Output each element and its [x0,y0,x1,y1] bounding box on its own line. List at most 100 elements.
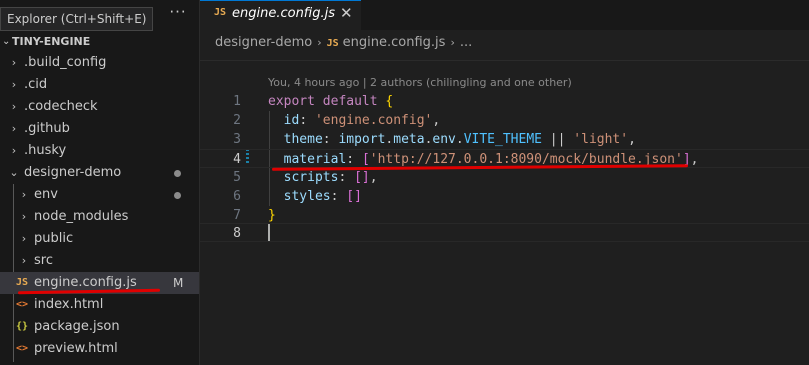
breadcrumb-folder[interactable]: designer-demo [215,33,312,53]
tree-item-label: package.json [34,319,120,334]
chevron-right-icon: › [11,100,17,113]
code-text: styles: [] [268,187,362,206]
tree-item-index-html[interactable]: <> index.html [0,294,199,316]
tree-item-designer-demo[interactable]: ⌄ designer-demo [0,162,199,184]
code-line[interactable]: 1 export default { [200,92,809,111]
code-text: theme: import.meta.env.VITE_THEME || 'li… [268,130,636,149]
property: theme [283,132,323,147]
string: 'engine.config' [314,113,433,128]
operator: || [541,132,574,147]
tree-item-label: node_modules [34,209,129,224]
code-text: id: 'engine.config', [268,111,441,130]
text-cursor [268,224,270,241]
tree-item-label: .cid [24,77,48,92]
code-line[interactable]: 2 id: 'engine.config', [200,111,809,130]
tab-bar: JS engine.config.js ✕ [200,0,809,30]
tree-item-label: .codecheck [24,99,98,114]
tree-item-label: env [34,187,58,202]
project-header[interactable]: ⌄ TINY-ENGINE [0,32,199,52]
tree-item-label: .github [24,121,70,136]
tree-item-label: .build_config [24,55,107,70]
constant: VITE_THEME [463,132,542,147]
chevron-right-icon: › [21,254,27,267]
chevron-right-icon: › [11,56,17,69]
comma: , [690,152,699,167]
string: 'light' [573,132,629,147]
ellipsis-icon[interactable]: ··· [168,3,188,23]
bracket: } [268,208,276,223]
html-file-icon: <> [16,299,29,310]
tree-item-label: preview.html [34,341,118,356]
code-text: scripts: [], [268,168,378,187]
colon: : [330,189,347,204]
colon: : [322,132,339,147]
tree-item-cid[interactable]: › .cid [0,74,199,96]
json-file-icon: {} [16,321,29,332]
dot: . [455,132,464,147]
tree-item-label: src [34,253,53,268]
code-line[interactable]: 6 styles: [] [200,187,809,206]
chevron-right-icon: › [11,122,17,135]
code-line-cursor[interactable]: 8 [200,223,809,242]
chevron-down-icon: ⌄ [2,36,11,47]
colon: : [299,113,315,128]
comma: , [432,113,441,128]
colon: : [346,152,362,167]
javascript-file-icon: JS [214,7,227,18]
chevron-right-icon: › [11,78,17,91]
property: id [283,113,300,128]
tree-item-src[interactable]: › src [0,250,199,272]
code-line[interactable]: 5 scripts: [], [200,168,809,187]
modified-dot [174,192,181,199]
tree-item-label: designer-demo [24,165,122,180]
tree-item-preview-html[interactable]: <> preview.html [0,338,199,360]
property: material [283,152,347,167]
line-number: 6 [233,189,241,204]
comma: , [628,132,636,147]
line-number: 4 [233,152,241,167]
tree-item-package-json[interactable]: {} package.json [0,316,199,338]
close-icon[interactable]: ✕ [340,4,353,22]
chevron-right-icon: › [21,188,27,201]
tree-item-env[interactable]: › env [0,184,199,206]
chevron-right-icon: › [11,144,17,157]
tree-item-build-config[interactable]: › .build_config [0,52,199,74]
identifier: import [338,132,386,147]
code-line[interactable]: 3 theme: import.meta.env.VITE_THEME || '… [200,130,809,149]
bracket: { [385,94,394,109]
chevron-right-icon: › [317,36,322,49]
identifier: env [432,132,456,147]
tree-item-husky[interactable]: › .husky [0,140,199,162]
line-number: 2 [233,113,241,128]
chevron-down-icon: ⌄ [9,166,19,179]
tree-item-node-modules[interactable]: › node_modules [0,206,199,228]
bracket: [] [354,170,370,185]
bracket: [] [346,189,362,204]
breadcrumb-file[interactable]: engine.config.js [343,33,446,53]
git-blame-codelens[interactable]: You, 4 hours ago | 2 authors (chilinglin… [268,76,572,89]
chevron-right-icon: › [450,36,455,49]
chevron-right-icon: › [21,232,27,245]
explorer-sidebar: Explorer (Ctrl+Shift+E) ··· ⌄ TINY-ENGIN… [0,0,200,365]
modified-dot [174,170,181,177]
tree-item-label: public [34,231,74,246]
tab-label: engine.config.js [232,6,335,21]
bracket: [ [361,152,370,167]
editor-divider [200,60,809,61]
modified-badge: M [173,276,184,290]
tree-item-github[interactable]: › .github [0,118,199,140]
line-number: 8 [233,226,241,241]
html-file-icon: <> [16,343,29,354]
tree-item-public[interactable]: › public [0,228,199,250]
tree-item-label: index.html [34,297,104,312]
tab-engine-config[interactable]: JS engine.config.js ✕ [200,0,361,30]
comma: , [369,170,378,185]
tree-item-codecheck[interactable]: › .codecheck [0,96,199,118]
keyword: export default [268,94,378,109]
property: styles [283,189,331,204]
tree-item-label: .husky [24,143,67,158]
explorer-tooltip: Explorer (Ctrl+Shift+E) [0,7,154,31]
breadcrumb: designer-demo › JS engine.config.js ›... [215,33,472,53]
chevron-right-icon: › [21,210,27,223]
breadcrumb-symbols[interactable]: ... [460,33,472,53]
